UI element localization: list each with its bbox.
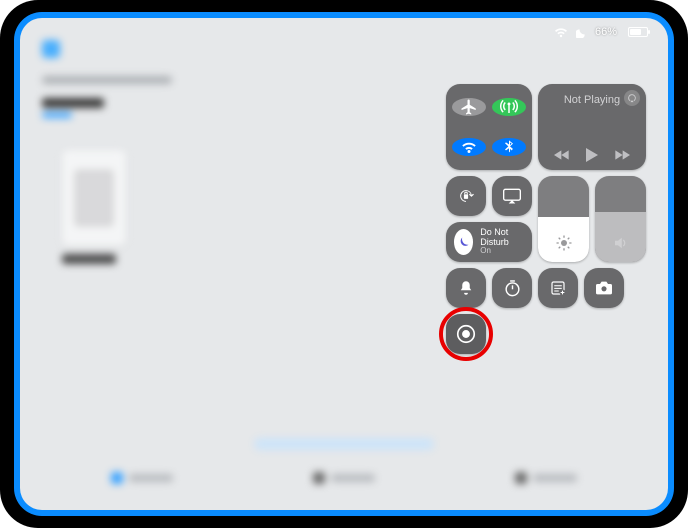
do-not-disturb-toggle[interactable]: Do Not Disturb On [446, 222, 532, 262]
dnd-title-label: Do Not Disturb [480, 228, 524, 247]
brightness-slider[interactable] [538, 176, 589, 262]
silent-mode-toggle[interactable] [446, 268, 486, 308]
volume-slider[interactable] [595, 176, 646, 262]
previous-track-icon[interactable] [554, 149, 570, 161]
timer-button[interactable] [492, 268, 532, 308]
battery-percentage-label: 66% [595, 26, 617, 38]
moon-icon [454, 229, 473, 255]
wifi-status-icon [554, 27, 568, 38]
screen-record-button[interactable] [446, 314, 486, 354]
screen-mirroring-icon [502, 187, 522, 205]
brightness-icon [555, 234, 573, 252]
tablet-frame: 66% [0, 0, 688, 528]
next-track-icon[interactable] [614, 149, 630, 161]
notes-quick-button[interactable] [538, 268, 578, 308]
airplane-icon [460, 98, 478, 116]
dnd-status-icon [576, 27, 587, 38]
screen-mirroring-button[interactable] [492, 176, 532, 216]
antenna-icon [500, 98, 518, 116]
media-status-label: Not Playing [564, 94, 620, 106]
status-bar: 66% [554, 26, 648, 38]
wifi-toggle[interactable] [452, 138, 486, 156]
note-icon [549, 279, 567, 297]
cellular-data-toggle[interactable] [492, 98, 526, 116]
bluetooth-icon [501, 138, 517, 156]
timer-icon [503, 279, 522, 298]
airplane-mode-toggle[interactable] [452, 98, 486, 116]
airplay-icon[interactable] [624, 90, 640, 106]
connectivity-group [446, 84, 532, 170]
battery-icon [625, 27, 648, 37]
dnd-subtitle-label: On [480, 247, 524, 255]
tablet-inner-frame: 66% [14, 12, 674, 516]
record-icon [455, 323, 477, 345]
media-controls-tile[interactable]: Not Playing [538, 84, 646, 170]
screen: 66% [20, 18, 668, 510]
control-center: Not Playing [446, 84, 646, 354]
bluetooth-toggle[interactable] [492, 138, 526, 156]
camera-icon [594, 280, 614, 296]
orientation-lock-icon [456, 186, 476, 206]
bell-icon [457, 279, 475, 297]
volume-icon [612, 234, 630, 252]
camera-button[interactable] [584, 268, 624, 308]
orientation-lock-toggle[interactable] [446, 176, 486, 216]
play-icon[interactable] [586, 148, 598, 162]
wifi-icon [460, 138, 478, 156]
